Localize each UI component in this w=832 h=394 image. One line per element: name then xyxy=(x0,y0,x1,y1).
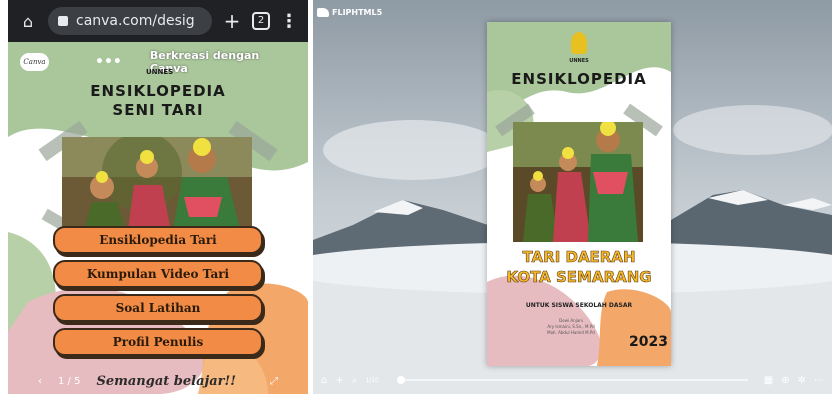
menu-button-latihan[interactable]: Soal Latihan xyxy=(53,294,263,322)
menu-button-ensiklopedia[interactable]: Ensiklopedia Tari xyxy=(53,226,263,254)
book-subtitle-line-2: KOTA SEMARANG xyxy=(506,268,652,287)
title-line-1: ENSIKLOPEDIA xyxy=(90,82,226,100)
footer-caption: Semangat belajar!! xyxy=(96,373,236,389)
progress-knob[interactable] xyxy=(396,376,405,384)
viewer-toolbar: ⌂ + ⌕ 1/10 ▦ ⊕ ✲ ⋯ xyxy=(313,370,832,390)
page-progress-slider[interactable] xyxy=(396,376,748,384)
author-name: Moh. Abdul Hamid M.Pd xyxy=(547,330,595,335)
tabs-icon[interactable]: 2 xyxy=(252,12,270,30)
institution-label: UNNES xyxy=(146,68,174,76)
unnes-logo xyxy=(571,32,587,54)
fullscreen-icon[interactable]: ⤢ xyxy=(270,376,278,387)
plus-icon[interactable]: + xyxy=(222,9,242,33)
book-dancer-photo xyxy=(513,122,643,242)
home-icon[interactable]: ⌂ xyxy=(18,12,38,31)
home-icon[interactable]: ⌂ xyxy=(321,375,327,386)
more-options-icon[interactable]: ••• xyxy=(95,54,122,70)
canva-logo[interactable]: Canva xyxy=(20,53,50,71)
book-subtitle-line-1: TARI DAERAH xyxy=(522,248,636,267)
book-year: 2023 xyxy=(629,334,668,350)
browser-toolbar: ⌂ canva.com/desig + 2 ⋮ xyxy=(8,0,308,42)
phone-screen: ⌂ canva.com/desig + 2 ⋮ Canva ••• Berkre… xyxy=(8,0,308,394)
share-icon[interactable]: ⊕ xyxy=(781,375,789,386)
menu-icon[interactable]: ⋮ xyxy=(280,11,298,32)
fliphtml5-logo-icon xyxy=(317,8,329,17)
url-text: canva.com/desig xyxy=(76,13,195,29)
more-icon[interactable]: ⋯ xyxy=(814,375,824,386)
canva-page: Canva ••• Berkreasi dengan Canva UNNES E… xyxy=(8,42,308,394)
dancer-photo xyxy=(62,137,252,237)
book-audience: UNTUK SISWA SEKOLAH DASAR xyxy=(525,302,633,309)
page-indicator[interactable]: 1/10 xyxy=(365,377,378,384)
menu-button-profil[interactable]: Profil Penulis xyxy=(53,328,263,356)
fliphtml5-logo[interactable]: FLIPHTML5 xyxy=(317,8,382,17)
book-institution: UNNES xyxy=(569,58,589,64)
book-authors: Dewi Anjani Ary Ismaini, S.Sn., M.Pd Moh… xyxy=(531,318,611,336)
settings-icon[interactable]: ✲ xyxy=(798,375,806,386)
page-footer: ‹ 1 / 5 Semangat belajar!! ⤢ xyxy=(8,368,308,394)
search-icon[interactable]: ⌕ xyxy=(352,375,358,386)
url-bar[interactable]: canva.com/desig xyxy=(48,7,212,35)
page-number: 1 / 5 xyxy=(58,375,81,387)
book-cover[interactable]: UNNES ENSIKLOPEDIA TARI DAERAH KOTA SEMA… xyxy=(487,22,671,366)
prev-page-icon[interactable]: ‹ xyxy=(38,376,42,387)
menu-button-video[interactable]: Kumpulan Video Tari xyxy=(53,260,263,288)
title-line-2: SENI TARI xyxy=(112,101,204,119)
flipbook-viewer: FLIPHTML5 UNNES ENSIKLOPEDIA TARI DAERAH… xyxy=(313,0,832,394)
zoom-in-icon[interactable]: + xyxy=(335,375,343,386)
lock-icon xyxy=(58,16,68,26)
thumbnails-icon[interactable]: ▦ xyxy=(764,375,773,386)
brand-name: FLIPHTML5 xyxy=(332,8,383,17)
book-title: ENSIKLOPEDIA xyxy=(511,70,647,88)
